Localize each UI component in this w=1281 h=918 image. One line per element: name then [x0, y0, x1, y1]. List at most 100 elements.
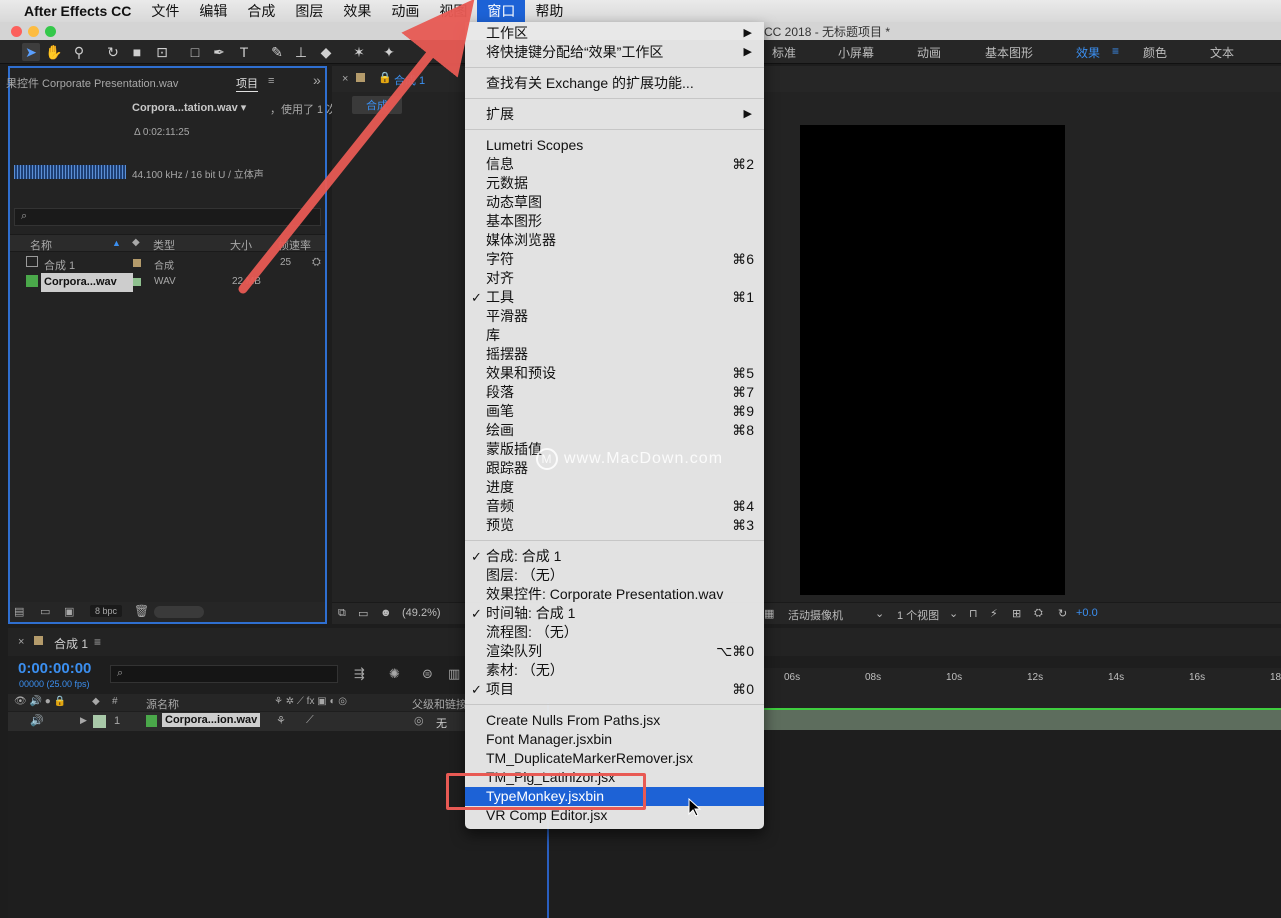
menu-item-item-3-18[interactable]: 进度	[465, 478, 764, 497]
workspace-tab-standard[interactable]: 标准	[772, 44, 796, 61]
workspace-tab-text[interactable]: 文本	[1210, 44, 1234, 61]
menu-item-1[interactable]: ✓ 时间轴: 合成 1	[465, 604, 764, 623]
camera-dropdown-icon[interactable]: ⌄	[875, 607, 884, 620]
zoom-window-button[interactable]	[45, 26, 56, 37]
menu-item-font-manager-jsxbin[interactable]: Font Manager.jsxbin	[465, 730, 764, 749]
menu-item-item-3-3[interactable]: 动态草图	[465, 193, 764, 212]
type-tool-icon[interactable]: T	[235, 43, 253, 61]
menu-item-item-3-15[interactable]: 绘画 ⌘8	[465, 421, 764, 440]
shy-layers-icon[interactable]: ⊜	[422, 666, 433, 682]
audio-toggle-icon[interactable]: 🔊	[30, 714, 44, 727]
project-row-audio[interactable]: Corpora...wav WAV 22 MB	[10, 273, 325, 292]
label-tag-icon[interactable]: ◆	[132, 237, 140, 248]
panel-expand-icon[interactable]: »	[313, 72, 321, 88]
transparency-grid-icon[interactable]: ▦	[764, 607, 774, 620]
timeline-icon[interactable]: ⊞	[1012, 607, 1021, 620]
brush-tool-icon[interactable]: ✎	[268, 43, 286, 61]
camera-select[interactable]: 活动摄像机	[788, 607, 843, 623]
layer-label-swatch[interactable]	[93, 715, 106, 728]
menu-item-item-4-4[interactable]: 流程图: （无）	[465, 623, 764, 642]
layer-switches-icons[interactable]: ⚘ ✲ ⟋ fx ▣ ◐ ◎	[274, 696, 347, 707]
menu-item-item-3-1[interactable]: 信息 ⌘2	[465, 155, 764, 174]
reset-exposure-icon[interactable]: ↻	[1058, 607, 1067, 620]
menubar-item-7[interactable]: 视图	[429, 0, 477, 22]
project-tab-menu-icon[interactable]: ≡	[268, 75, 274, 87]
menubar-item-4[interactable]: 图层	[285, 0, 333, 22]
magnification-select[interactable]: (49.2%)	[402, 607, 441, 619]
close-tab-icon[interactable]: ×	[342, 73, 348, 85]
new-composition-icon[interactable]: ▣	[64, 605, 74, 618]
expand-layer-icon[interactable]: ▶	[80, 715, 87, 726]
lock-icon[interactable]: 🔒	[378, 71, 392, 84]
menubar-item-9[interactable]: 帮助	[525, 0, 573, 22]
zoom-tool-icon[interactable]: ⚲	[70, 43, 88, 61]
layer-duration-bar[interactable]	[764, 708, 1281, 730]
menubar-item-8[interactable]: 窗口	[477, 0, 526, 22]
workspace-tab-essential-graphics[interactable]: 基本图形	[985, 44, 1033, 61]
views-dropdown-icon[interactable]: ⌄	[949, 607, 958, 620]
pen-tool-icon[interactable]: ✒	[210, 43, 228, 61]
menu-item-item-3-8[interactable]: ✓ 工具 ⌘1	[465, 288, 764, 307]
menu-item-corporate-presentation-wav[interactable]: 效果控件: Corporate Presentation.wav	[465, 585, 764, 604]
pan-behind-tool-icon[interactable]: ⊡	[153, 43, 171, 61]
workspace-tab-animation[interactable]: 动画	[917, 44, 941, 61]
menu-item-create-nulls-from-paths-jsx[interactable]: Create Nulls From Paths.jsx	[465, 711, 764, 730]
always-preview-icon[interactable]: ⧉	[338, 607, 346, 620]
menu-item-exchange[interactable]: 查找有关 Exchange 的扩展功能...	[465, 74, 764, 93]
sort-ascending-icon[interactable]: ▲	[112, 238, 121, 248]
column-name[interactable]: 名称	[30, 237, 52, 253]
workspace-tab-small-screen[interactable]: 小屏幕	[838, 44, 874, 61]
bit-depth-button[interactable]: 8 bpc	[90, 605, 123, 617]
thumbnail-slider[interactable]	[154, 606, 204, 618]
column-size[interactable]: 大小	[230, 237, 252, 253]
label-swatch[interactable]	[133, 278, 141, 286]
menu-item-item-4-1[interactable]: 图层: （无）	[465, 566, 764, 585]
parent-select[interactable]: 无	[436, 715, 447, 731]
menubar-item-2[interactable]: 编辑	[189, 0, 237, 22]
menu-item-1[interactable]: ✓ 合成: 合成 1	[465, 547, 764, 566]
project-row-comp[interactable]: 合成 1 合成 25 ⛭	[10, 254, 325, 273]
label-swatch[interactable]	[133, 259, 141, 267]
composition-tab[interactable]: 合成 1	[394, 72, 425, 88]
menu-item-item-2-0[interactable]: 扩展 ▶	[465, 105, 764, 124]
menu-item-item-3-7[interactable]: 对齐	[465, 269, 764, 288]
menu-item-item-3-20[interactable]: 预览 ⌘3	[465, 516, 764, 535]
workspace-menu-icon[interactable]: ≡	[1112, 44, 1119, 58]
exposure-value[interactable]: +0.0	[1076, 607, 1098, 619]
shy-switch-icon[interactable]: ⚘	[276, 714, 286, 727]
views-select[interactable]: 1 个视图	[897, 607, 939, 623]
quality-switch-icon[interactable]: ⟋	[306, 714, 314, 727]
composition-breadcrumb[interactable]: 合成	[352, 96, 402, 114]
menu-item-item-4-6[interactable]: 素材: （无）	[465, 661, 764, 680]
menu-item-item-0-1[interactable]: 将快捷键分配给“效果”工作区 ▶	[465, 43, 764, 62]
composition-viewer[interactable]	[800, 125, 1065, 595]
menu-item-item-3-14[interactable]: 画笔 ⌘9	[465, 402, 764, 421]
menu-item-item-3-13[interactable]: 段落 ⌘7	[465, 383, 764, 402]
menu-item-lumetri-scopes[interactable]: Lumetri Scopes	[465, 136, 764, 155]
menubar-item-3[interactable]: 合成	[237, 0, 285, 22]
layer-name[interactable]: Corpora...ion.wav	[162, 713, 261, 727]
trash-icon[interactable]: 🗑	[134, 604, 149, 618]
fast-previews-icon[interactable]: ⚡	[990, 607, 998, 620]
rotate-tool-icon[interactable]: ↻	[104, 43, 122, 61]
pick-whip-icon[interactable]: ◎	[414, 714, 424, 727]
workspace-tab-effects[interactable]: 效果	[1076, 44, 1100, 61]
apple-menu-icon[interactable]	[0, 0, 14, 22]
menu-item-item-3-6[interactable]: 字符 ⌘6	[465, 250, 764, 269]
column-type[interactable]: 类型	[153, 237, 175, 253]
timeline-search-input[interactable]: ⌕	[110, 665, 338, 683]
new-folder-icon[interactable]: ▭	[40, 605, 50, 618]
close-window-button[interactable]	[11, 26, 22, 37]
mask-visibility-icon[interactable]: ☻	[380, 607, 392, 619]
timeline-tab[interactable]: 合成 1	[54, 635, 88, 652]
roto-brush-tool-icon[interactable]: ✶	[350, 43, 368, 61]
label-tag-icon[interactable]: ◆	[92, 696, 100, 707]
timeline-tab-menu-icon[interactable]: ≡	[94, 635, 101, 649]
close-tab-icon[interactable]: ×	[18, 636, 24, 648]
menu-item-item-0-0[interactable]: 工作区 ▶	[465, 24, 764, 43]
clone-stamp-tool-icon[interactable]: ⊥	[292, 43, 310, 61]
effect-controls-tab[interactable]: 果控件 Corporate Presentation.wav	[6, 75, 178, 91]
toggle-pixel-aspect-icon[interactable]: ⊓	[969, 607, 978, 620]
menu-item-item-3-4[interactable]: 基本图形	[465, 212, 764, 231]
workspace-tab-color[interactable]: 颜色	[1143, 44, 1167, 61]
